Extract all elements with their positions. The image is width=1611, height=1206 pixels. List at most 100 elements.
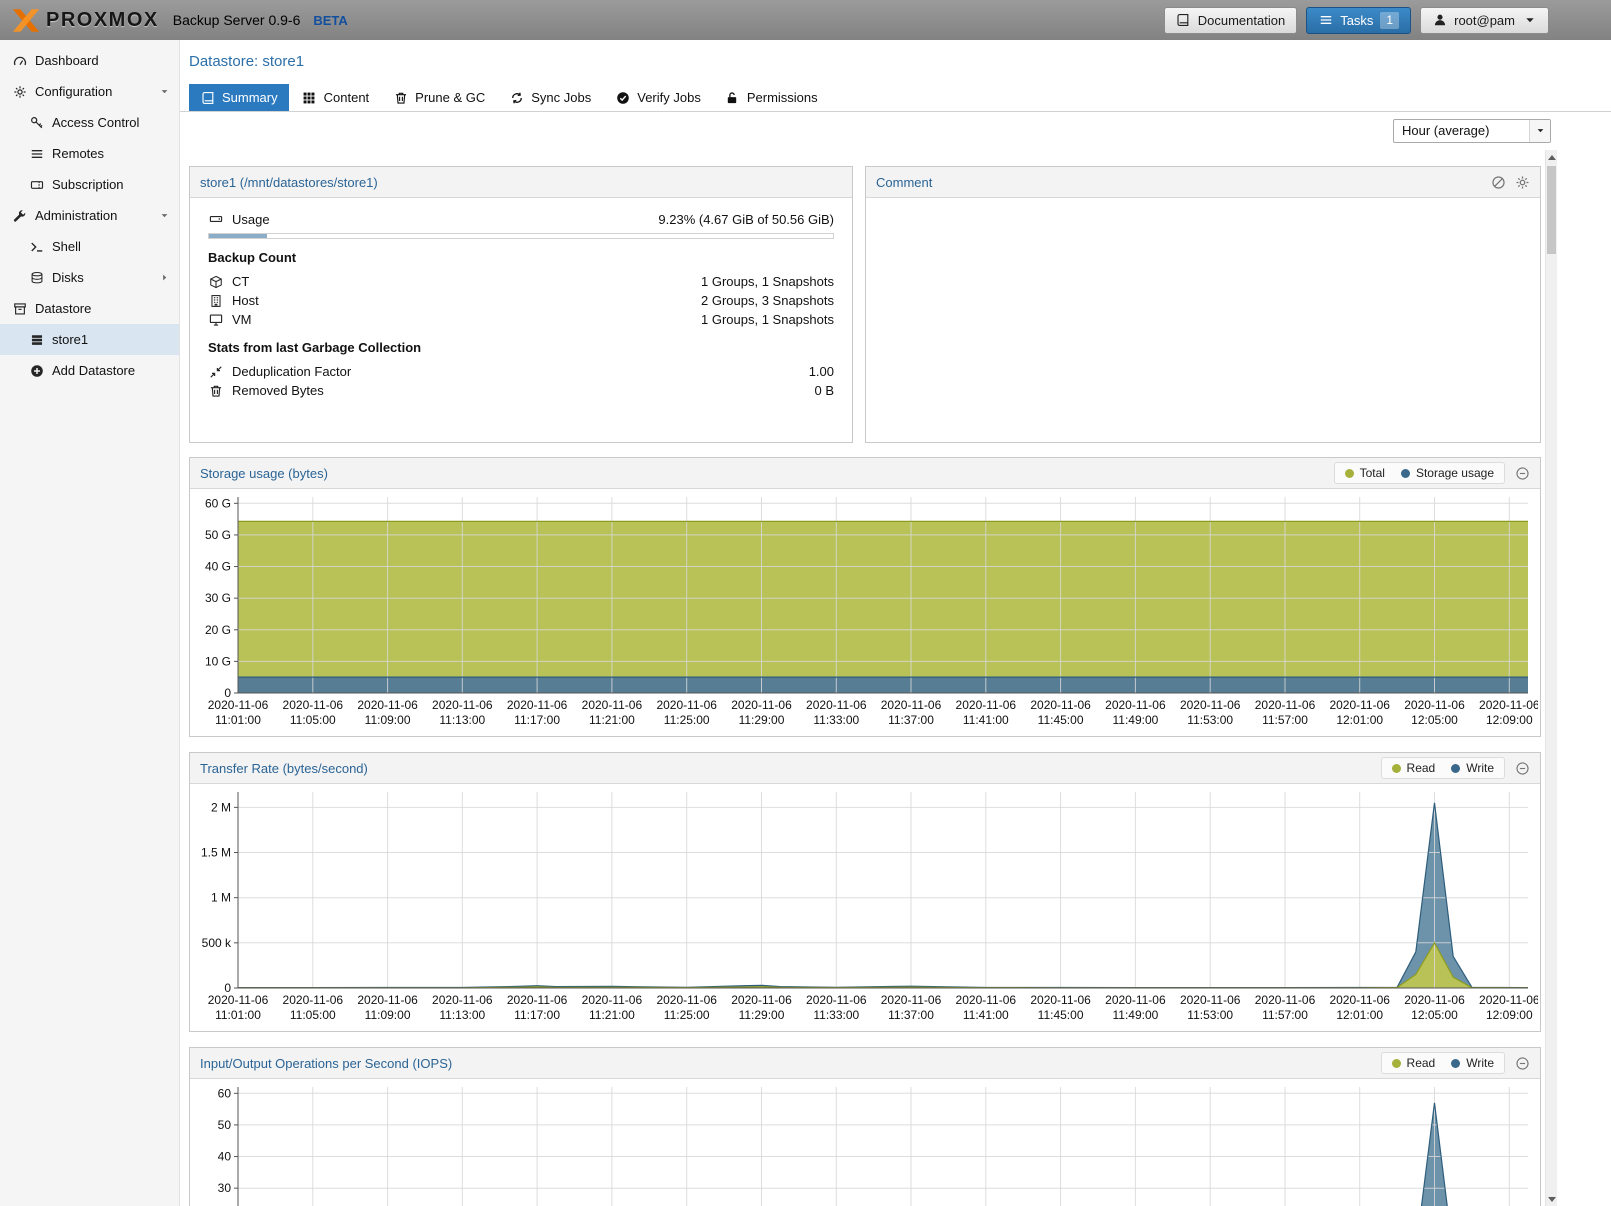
chart-legend: Read Write [1381, 1052, 1505, 1074]
svg-text:11:53:00: 11:53:00 [1187, 713, 1233, 727]
caret-down-icon[interactable] [159, 86, 170, 97]
sidebar-item-administration[interactable]: Administration [0, 200, 179, 231]
gc-stats-rows: Deduplication Factor1.00Removed Bytes0 B [208, 362, 834, 400]
svg-text:11:49:00: 11:49:00 [1112, 713, 1158, 727]
legend-mount: Total Storage usage [1334, 462, 1505, 484]
svg-text:2020-11-06: 2020-11-06 [283, 698, 344, 712]
stat-row-deduplication-factor: Deduplication Factor1.00 [208, 362, 834, 381]
stat-value: 1.00 [809, 364, 834, 379]
sidebar-item-disks[interactable]: Disks [0, 262, 179, 293]
svg-text:2020-11-06: 2020-11-06 [208, 993, 269, 1007]
sidebar-item-access-control[interactable]: Access Control [0, 107, 179, 138]
svg-text:500 k: 500 k [202, 936, 232, 950]
backup-count-header: Backup Count [208, 250, 834, 266]
caret-right-icon[interactable] [159, 272, 170, 283]
svg-text:1 M: 1 M [211, 891, 231, 905]
scroll-up-button[interactable] [1546, 150, 1558, 164]
legend-dot [1392, 764, 1401, 773]
sidebar-item-subscription[interactable]: Subscription [0, 169, 179, 200]
sidebar-item-store1[interactable]: store1 [0, 324, 179, 355]
caret-down-icon[interactable] [159, 210, 170, 221]
svg-text:11:45:00: 11:45:00 [1038, 713, 1084, 727]
panel-title: Transfer Rate (bytes/second) [200, 761, 368, 776]
usage-row: Usage 9.23% (4.67 GiB of 50.56 GiB) [208, 208, 834, 230]
tab-content[interactable]: Content [291, 84, 381, 111]
legend-item-storage-usage[interactable]: Storage usage [1401, 466, 1494, 480]
tab-verify-jobs[interactable]: Verify Jobs [604, 84, 712, 111]
time-range-value: Hour (average) [1394, 123, 1529, 138]
svg-text:60: 60 [218, 1086, 232, 1100]
svg-text:11:09:00: 11:09:00 [365, 713, 411, 727]
sidebar-item-add-datastore[interactable]: Add Datastore [0, 355, 179, 386]
collapse-panel-icon[interactable] [1515, 1056, 1530, 1071]
svg-text:11:21:00: 11:21:00 [589, 713, 635, 727]
legend-item-read[interactable]: Read [1392, 1056, 1436, 1070]
sync-icon [509, 90, 524, 105]
gear-icon[interactable] [1515, 175, 1530, 190]
legend-item-total[interactable]: Total [1345, 466, 1385, 480]
collapse-panel-icon[interactable] [1515, 761, 1530, 776]
combo-trigger[interactable] [1529, 120, 1550, 142]
sidebar-item-configuration[interactable]: Configuration [0, 76, 179, 107]
user-label: root@pam [1454, 13, 1515, 28]
legend-label: Write [1466, 761, 1494, 775]
stat-label: CT [232, 274, 249, 289]
legend-label: Read [1407, 1056, 1436, 1070]
circle-slash-icon[interactable] [1491, 175, 1506, 190]
legend-item-read[interactable]: Read [1392, 761, 1436, 775]
tab-prune-gc[interactable]: Prune & GC [382, 84, 496, 111]
legend-label: Total [1360, 466, 1385, 480]
svg-text:2020-11-06: 2020-11-06 [507, 993, 568, 1007]
stat-label: VM [232, 312, 252, 327]
sidebar-item-shell[interactable]: Shell [0, 231, 179, 262]
sidebar-item-label: Subscription [52, 177, 124, 192]
layers-icon [29, 332, 44, 347]
comment-body[interactable] [866, 198, 1540, 218]
svg-text:2020-11-06: 2020-11-06 [1404, 993, 1465, 1007]
tab-summary[interactable]: Summary [189, 84, 289, 111]
sidebar-item-dashboard[interactable]: Dashboard [0, 45, 179, 76]
documentation-button[interactable]: Documentation [1164, 7, 1297, 34]
collapse-panel-icon[interactable] [1515, 466, 1530, 481]
svg-text:11:33:00: 11:33:00 [813, 713, 859, 727]
panel-header: store1 (/mnt/datastores/store1) [190, 167, 852, 198]
tab-bar: SummaryContentPrune & GCSync JobsVerify … [180, 84, 1611, 112]
svg-text:11:49:00: 11:49:00 [1112, 1008, 1158, 1022]
svg-text:1.5 M: 1.5 M [201, 846, 231, 860]
gc-stats-header: Stats from last Garbage Collection [208, 340, 834, 356]
panel-tools [1491, 175, 1530, 190]
svg-text:11:05:00: 11:05:00 [290, 713, 336, 727]
tasks-button[interactable]: Tasks 1 [1306, 7, 1411, 34]
chart-legend: Total Storage usage [1334, 462, 1505, 484]
stat-value: 1 Groups, 1 Snapshots [701, 312, 834, 327]
sidebar-item-label: Shell [52, 239, 81, 254]
scroll-down-button[interactable] [1546, 1192, 1558, 1206]
datastore-icon [12, 301, 27, 316]
legend-item-write[interactable]: Write [1451, 761, 1494, 775]
svg-text:12:01:00: 12:01:00 [1336, 713, 1383, 727]
svg-text:11:09:00: 11:09:00 [365, 1008, 411, 1022]
time-range-select[interactable]: Hour (average) [1393, 119, 1551, 143]
panel-header: Input/Output Operations per Second (IOPS… [190, 1048, 1540, 1079]
tab-sync-jobs[interactable]: Sync Jobs [498, 84, 602, 111]
comment-panel: Comment [865, 166, 1541, 443]
legend-dot [1345, 469, 1354, 478]
chart-legend: Read Write [1381, 757, 1505, 779]
svg-text:2020-11-06: 2020-11-06 [1255, 698, 1316, 712]
beta-link[interactable]: BETA [313, 13, 347, 28]
svg-text:40 G: 40 G [205, 560, 231, 574]
desktop-icon [208, 312, 223, 327]
documentation-label: Documentation [1198, 13, 1285, 28]
legend-item-write[interactable]: Write [1451, 1056, 1494, 1070]
svg-text:2020-11-06: 2020-11-06 [1180, 993, 1241, 1007]
tab-permissions[interactable]: Permissions [714, 84, 829, 111]
vertical-scrollbar[interactable] [1545, 150, 1557, 1206]
proxmox-logo: PROXMOX [10, 8, 159, 33]
sidebar-item-remotes[interactable]: Remotes [0, 138, 179, 169]
scrollbar-thumb[interactable] [1547, 166, 1556, 254]
chevron-down-icon [1533, 123, 1548, 138]
user-menu-button[interactable]: root@pam [1420, 7, 1549, 34]
legend-dot [1401, 469, 1410, 478]
sidebar-item-datastore[interactable]: Datastore [0, 293, 179, 324]
scroll-down-icon [1548, 1197, 1556, 1202]
